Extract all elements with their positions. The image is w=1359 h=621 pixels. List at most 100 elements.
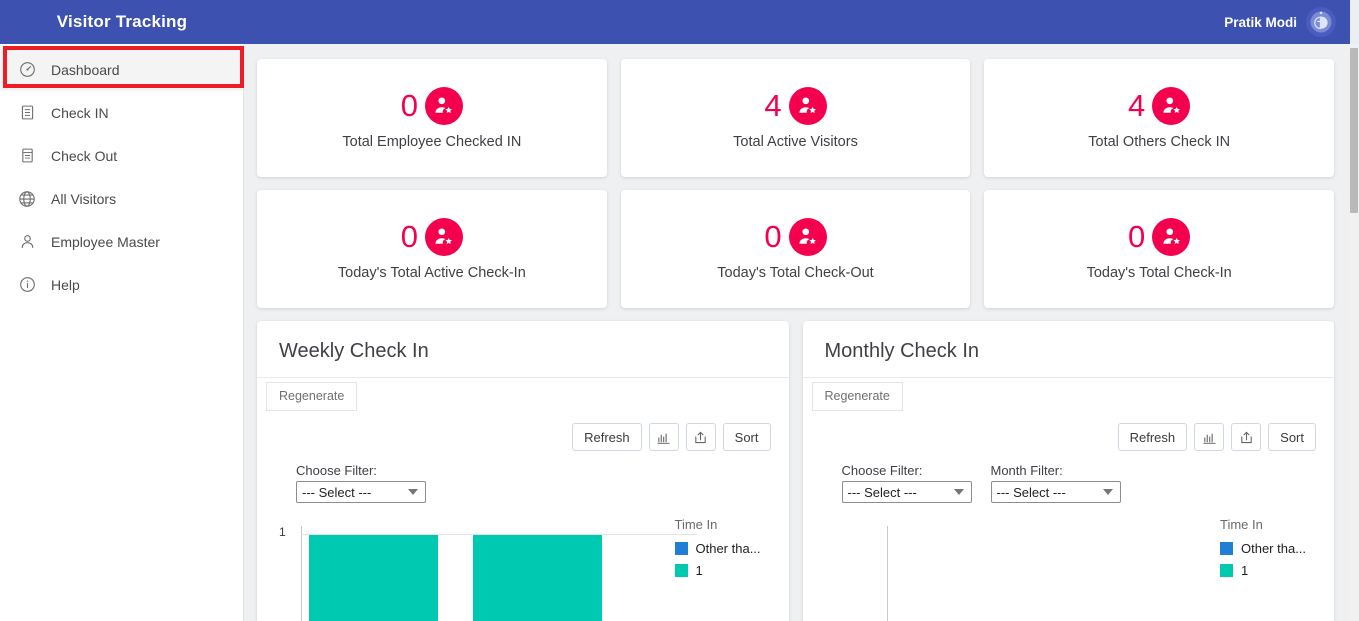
sidebar-item-check-in[interactable]: Check IN [0, 91, 243, 134]
main-content: 0 Total Employee Checked IN 4 Total Acti… [244, 44, 1350, 621]
page-scrollbar-thumb[interactable] [1350, 48, 1358, 213]
monthly-chart-toolbar: Refresh Sort [803, 411, 1335, 451]
stat-card[interactable]: 0 Today's Total Check-Out [620, 190, 971, 308]
stat-value: 0 [400, 219, 418, 254]
stat-value: 4 [764, 88, 782, 123]
app-brand-title: Visitor Tracking [56, 12, 188, 31]
user-logo-icon[interactable] [1306, 7, 1336, 37]
chart-bar[interactable] [473, 535, 602, 621]
chevron-down-icon [408, 489, 418, 495]
legend-swatch [1220, 542, 1233, 555]
export-upload-icon[interactable] [1231, 423, 1262, 451]
bar-chart-icon[interactable] [1194, 423, 1225, 451]
stat-label: Total Active Visitors [733, 133, 858, 150]
y-axis-line [886, 526, 888, 621]
legend-swatch [1220, 564, 1233, 577]
sort-button[interactable]: Sort [722, 423, 771, 451]
info-circle-icon [18, 276, 36, 294]
page-scrollbar-track[interactable] [1350, 44, 1359, 621]
stat-card-row-1: 0 Total Employee Checked IN 4 Total Acti… [257, 59, 1335, 177]
stat-card-top: 0 [1128, 217, 1191, 256]
user-star-icon [1152, 86, 1191, 125]
monthly-filter-row: Choose Filter: --- Select --- Month Filt… [803, 451, 1335, 503]
choose-filter-select[interactable]: --- Select --- [296, 481, 426, 503]
weekly-check-in-panel: Weekly Check In Regenerate Refresh Sort … [257, 321, 789, 621]
clipboard-list-icon [18, 104, 36, 122]
sidebar-item-label: Employee Master [51, 233, 160, 250]
dashboard-gauge-icon [18, 61, 36, 79]
chart-bars [309, 535, 602, 621]
sidebar-item-dashboard[interactable]: Dashboard [0, 48, 243, 91]
refresh-button[interactable]: Refresh [1117, 423, 1188, 451]
monthly-check-in-panel: Monthly Check In Regenerate Refresh Sort… [802, 321, 1335, 621]
stat-value: 0 [400, 88, 418, 123]
globe-icon [18, 190, 36, 208]
legend-title: Time In [1220, 517, 1263, 532]
sidebar-item-label: Help [51, 276, 80, 293]
stat-card[interactable]: 0 Today's Total Check-In [984, 190, 1335, 308]
chevron-down-icon [1102, 489, 1113, 495]
sidebar-item-employee-master[interactable]: Employee Master [0, 220, 243, 263]
sidebar-item-label: Check IN [51, 104, 109, 121]
sidebar-item-label: All Visitors [51, 190, 117, 207]
sidebar-item-help[interactable]: Help [0, 263, 243, 306]
legend-label: Other tha... [695, 541, 761, 556]
choose-filter-value: --- Select --- [847, 484, 917, 500]
regenerate-button[interactable]: Regenerate [266, 382, 358, 411]
stat-card-top: 0 [400, 86, 463, 125]
stat-card-top: 0 [400, 217, 463, 256]
stat-card-top: 0 [764, 217, 827, 256]
legend-swatch [674, 564, 688, 577]
stat-label: Total Others Check IN [1088, 133, 1231, 150]
panel-title: Monthly Check In [802, 321, 1334, 378]
choose-filter-value: --- Select --- [302, 484, 372, 500]
user-star-icon [424, 86, 463, 125]
stat-label: Total Employee Checked IN [342, 133, 522, 150]
weekly-chart-toolbar: Refresh Sort [257, 411, 789, 451]
stat-card[interactable]: 0 Today's Total Active Check-In [257, 190, 607, 308]
month-filter-label: Month Filter: [990, 463, 1063, 478]
legend-item[interactable]: Other tha... [1220, 541, 1320, 556]
user-name-label: Pratik Modi [1224, 14, 1297, 30]
legend-item[interactable]: 1 [1220, 563, 1320, 578]
choose-filter-group: Choose Filter: --- Select --- [841, 463, 972, 503]
stat-value: 0 [764, 219, 782, 254]
user-menu[interactable]: Pratik Modi [1224, 7, 1350, 37]
month-filter-group: Month Filter: --- Select --- [990, 463, 1121, 503]
bar-chart-icon[interactable] [648, 423, 679, 451]
person-icon [18, 233, 36, 251]
legend-label: 1 [695, 563, 703, 578]
chevron-down-icon [953, 489, 964, 495]
sidebar-item-check-out[interactable]: Check Out [0, 134, 243, 177]
weekly-filter-row: Choose Filter: --- Select --- [257, 451, 789, 503]
choose-filter-select[interactable]: --- Select --- [841, 481, 972, 503]
choose-filter-label: Choose Filter: [841, 463, 923, 478]
sidebar-nav: Dashboard Check IN Check Out All Visitor… [0, 44, 244, 621]
user-star-icon [424, 217, 463, 256]
sidebar-item-label: Dashboard [51, 61, 120, 78]
stat-card[interactable]: 4 Total Active Visitors [620, 59, 971, 177]
regenerate-button[interactable]: Regenerate [811, 382, 903, 411]
monthly-chart-plot: Time In Other tha... 1 [803, 517, 1335, 621]
sort-button[interactable]: Sort [1268, 423, 1316, 451]
legend-item[interactable]: Other tha... [674, 541, 775, 556]
sidebar-item-all-visitors[interactable]: All Visitors [0, 177, 243, 220]
panel-title: Weekly Check In [257, 321, 789, 378]
y-axis-tick-label: 1 [279, 525, 286, 539]
stat-card-row-2: 0 Today's Total Active Check-In 0 Today'… [257, 190, 1335, 308]
choose-filter-label: Choose Filter: [296, 463, 377, 478]
stat-card[interactable]: 0 Total Employee Checked IN [257, 59, 607, 177]
receipt-printer-icon [18, 147, 36, 165]
legend-swatch [674, 542, 688, 555]
legend-item[interactable]: 1 [674, 563, 775, 578]
month-filter-select[interactable]: --- Select --- [990, 481, 1121, 503]
chart-bar[interactable] [309, 535, 438, 621]
user-star-icon [788, 86, 827, 125]
stat-label: Today's Total Check-In [1086, 264, 1232, 281]
refresh-button[interactable]: Refresh [572, 423, 642, 451]
stat-card[interactable]: 4 Total Others Check IN [984, 59, 1335, 177]
stat-value: 0 [1128, 219, 1146, 254]
stat-label: Today's Total Check-Out [717, 264, 874, 281]
sidebar-item-label: Check Out [51, 147, 118, 164]
export-upload-icon[interactable] [685, 423, 716, 451]
